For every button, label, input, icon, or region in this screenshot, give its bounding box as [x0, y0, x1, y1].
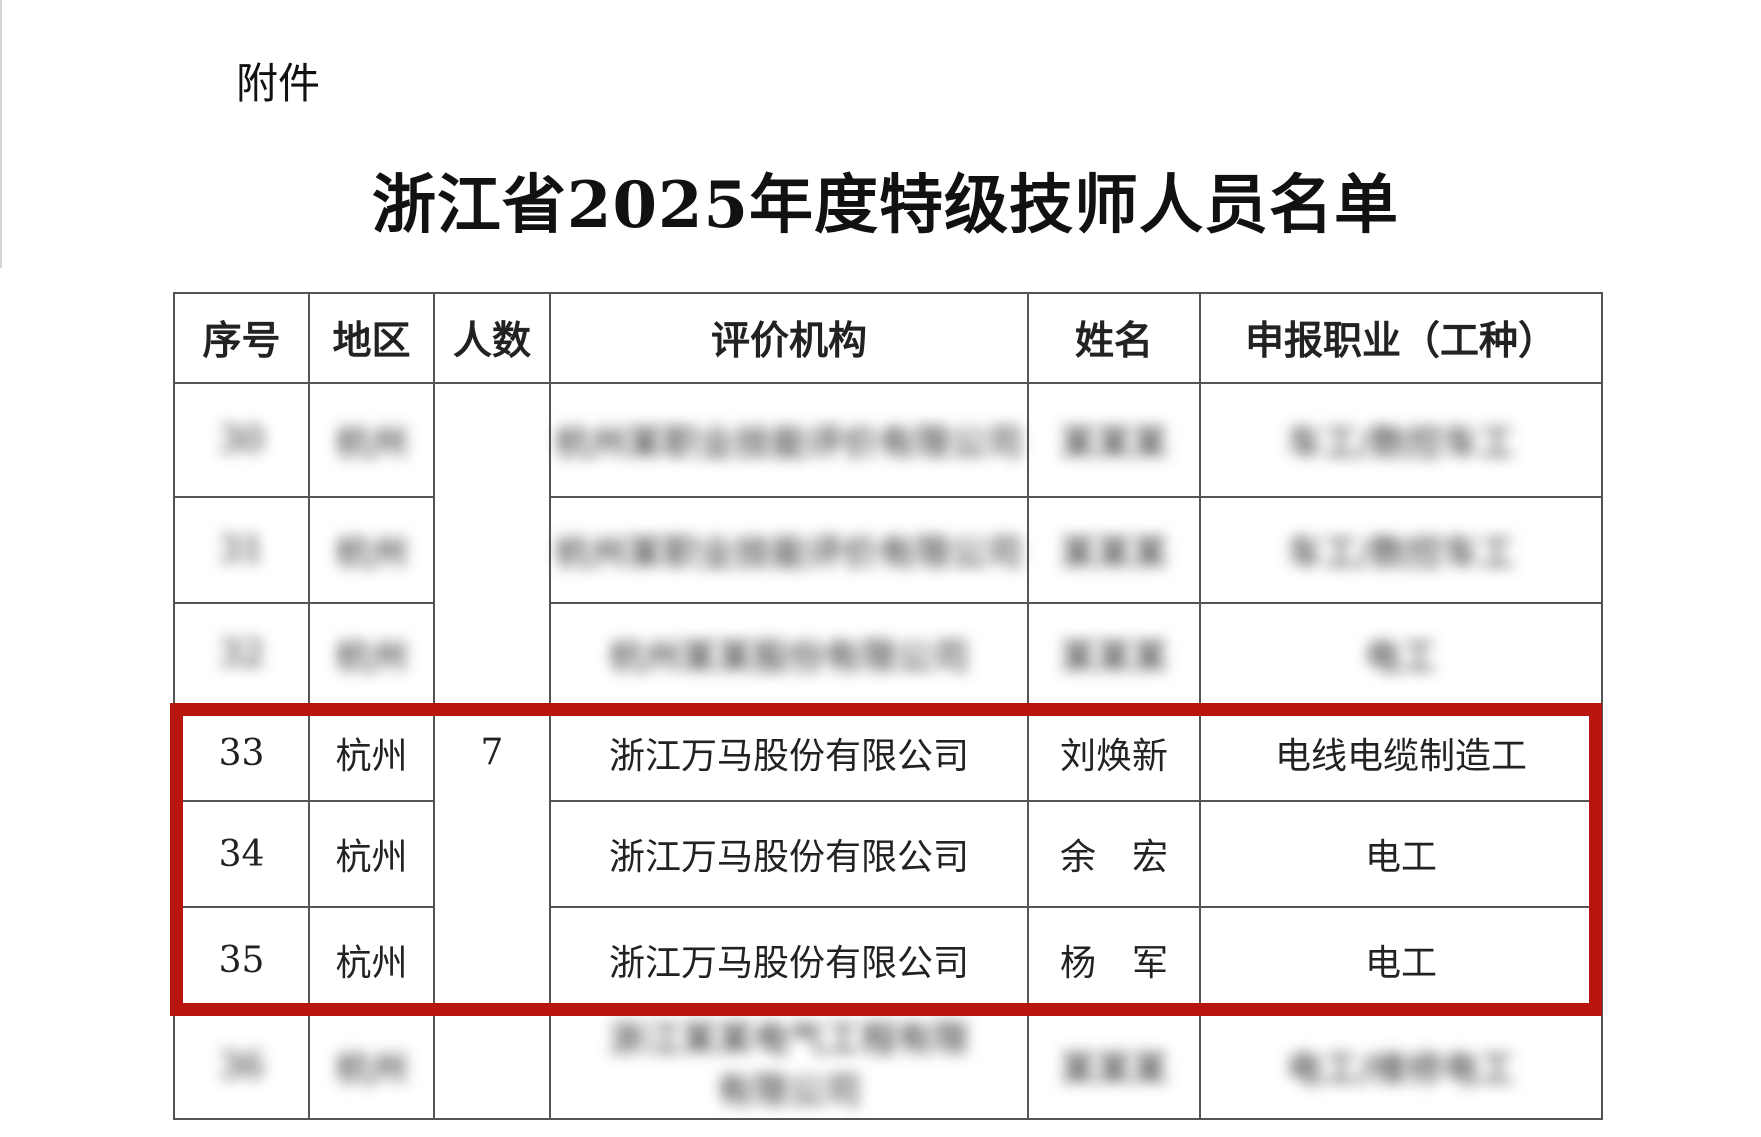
cell-serial-no: 34: [173, 800, 310, 908]
cell-region: 杭州: [308, 800, 435, 908]
cell-region: 杭州: [308, 496, 435, 604]
cell-evaluation-org: 杭州某某股份有限公司: [549, 602, 1029, 706]
cell-occupation: 电工/维修电工: [1199, 1012, 1603, 1120]
cell-group-count: 7: [433, 382, 551, 1120]
cell-evaluation-org: 浙江万马股份有限公司: [549, 906, 1029, 1014]
cell-serial-no: 30: [173, 382, 310, 498]
cell-evaluation-org: 杭州某职业技能评价有限公司: [549, 496, 1029, 604]
cell-name: 某某某: [1027, 1012, 1201, 1120]
cell-name: 余 宏: [1027, 800, 1201, 908]
cell-name: 某某某: [1027, 602, 1201, 706]
cell-occupation: 电工: [1199, 906, 1603, 1014]
cell-region: 杭州: [308, 704, 435, 802]
table-row-highlighted: 35 杭州 浙江万马股份有限公司 杨 军 电工: [173, 906, 1603, 1014]
roster-table: 序号 地区 人数 评价机构 姓名 申报职业（工种） 30 杭州 7 杭州某职业技…: [173, 292, 1603, 1120]
cell-region: 杭州: [308, 382, 435, 498]
attachment-label: 附件: [236, 59, 321, 108]
header-evaluation-org: 评价机构: [549, 292, 1029, 384]
cell-evaluation-org: 浙江万马股份有限公司: [549, 800, 1029, 908]
header-count: 人数: [433, 292, 551, 384]
cell-name: 刘焕新: [1027, 704, 1201, 802]
table-header-row: 序号 地区 人数 评价机构 姓名 申报职业（工种）: [173, 292, 1603, 384]
cell-serial-no: 33: [173, 704, 310, 802]
table-row-highlighted: 33 杭州 浙江万马股份有限公司 刘焕新 电线电缆制造工: [173, 704, 1603, 802]
cell-evaluation-org: 浙江万马股份有限公司: [549, 704, 1029, 802]
cell-serial-no: 36: [173, 1012, 310, 1120]
cell-region: 杭州: [308, 602, 435, 706]
table-row: 31 杭州 杭州某职业技能评价有限公司 某某某 车工/数控车工: [173, 496, 1603, 604]
cell-name: 杨 军: [1027, 906, 1201, 1014]
cell-region: 杭州: [308, 1012, 435, 1120]
table-row: 32 杭州 杭州某某股份有限公司 某某某 电工: [173, 602, 1603, 706]
cell-serial-no: 32: [173, 602, 310, 706]
table-row: 36 杭州 浙江某某电气工程有限 有限公司 某某某 电工/维修电工: [173, 1012, 1603, 1120]
document-title: 浙江省2025年度特级技师人员名单: [371, 168, 1400, 243]
cell-region: 杭州: [308, 906, 435, 1014]
cell-serial-no: 31: [173, 496, 310, 604]
cell-occupation: 电工: [1199, 602, 1603, 706]
header-name: 姓名: [1027, 292, 1201, 384]
cell-evaluation-org: 杭州某职业技能评价有限公司: [549, 382, 1029, 498]
header-region: 地区: [308, 292, 435, 384]
cell-serial-no: 35: [173, 906, 310, 1014]
cell-occupation: 车工/数控车工: [1199, 382, 1603, 498]
cell-evaluation-org: 浙江某某电气工程有限 有限公司: [549, 1012, 1029, 1120]
cell-occupation: 电线电缆制造工: [1199, 704, 1603, 802]
cell-name: 某某某: [1027, 382, 1201, 498]
group-count-value: 7: [480, 732, 504, 773]
header-occupation: 申报职业（工种）: [1199, 292, 1603, 384]
cell-name: 某某某: [1027, 496, 1201, 604]
table-row: 30 杭州 7 杭州某职业技能评价有限公司 某某某 车工/数控车工: [173, 382, 1603, 1120]
header-serial-no: 序号: [173, 292, 310, 384]
cell-occupation: 电工: [1199, 800, 1603, 908]
table-row-highlighted: 34 杭州 浙江万马股份有限公司 余 宏 电工: [173, 800, 1603, 908]
cell-occupation: 车工/数控车工: [1199, 496, 1603, 604]
